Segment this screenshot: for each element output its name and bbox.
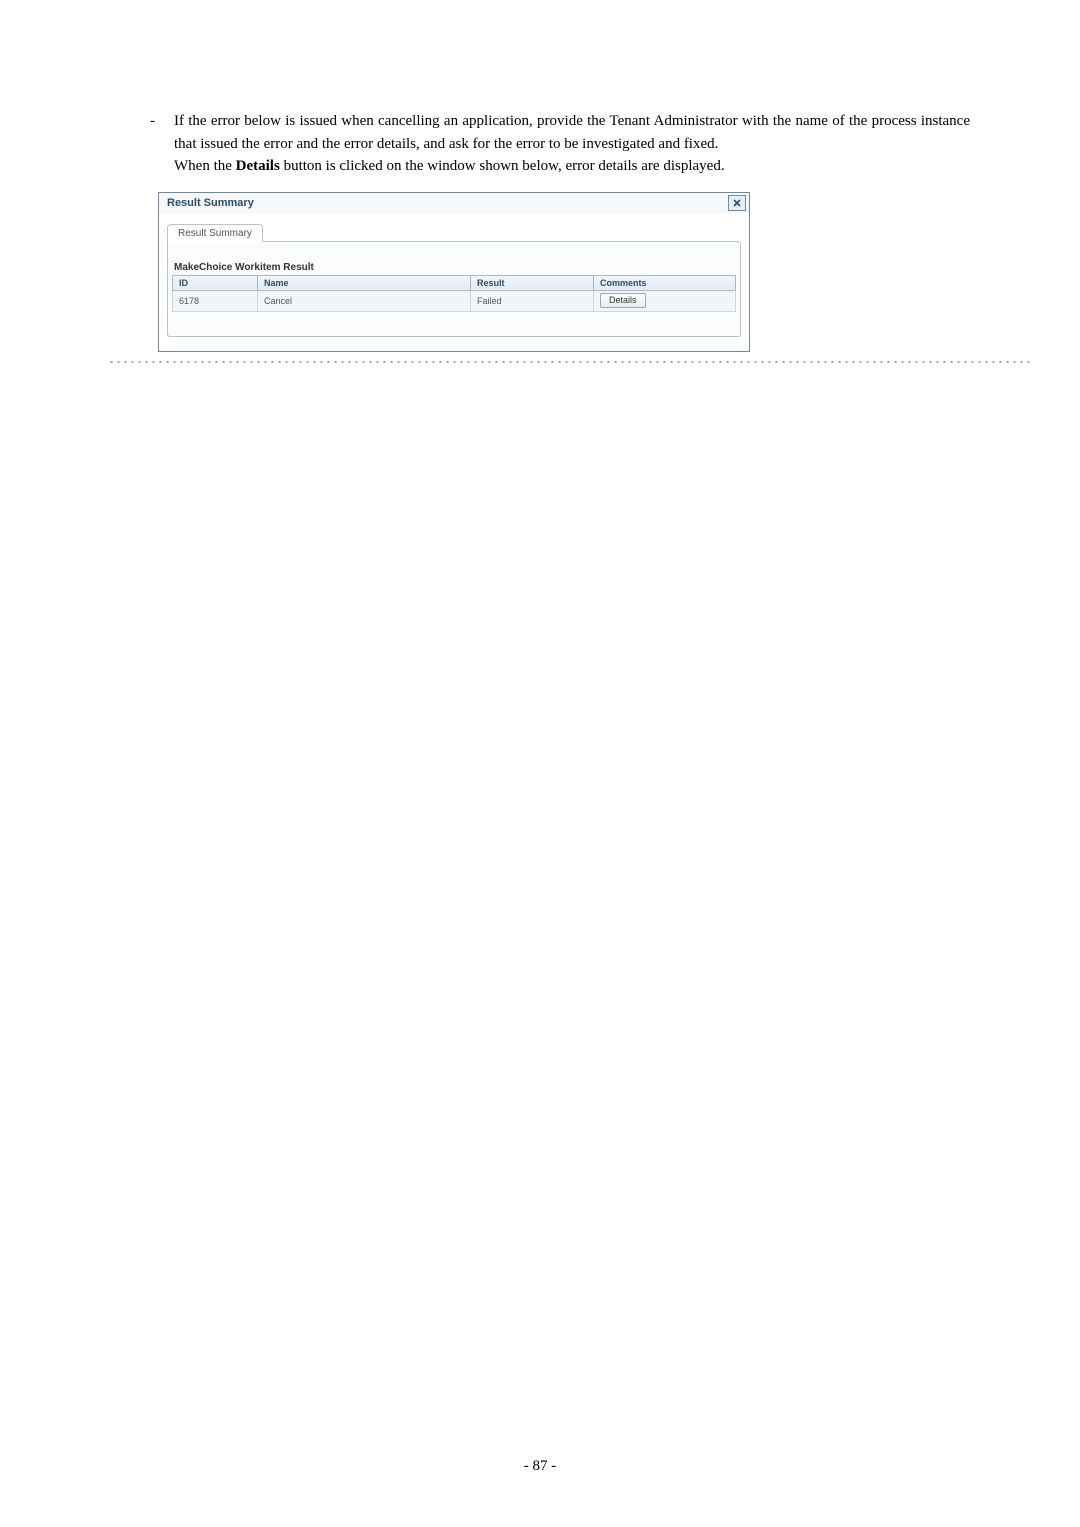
- tab-panel: MakeChoice Workitem Result ID Name Resul…: [167, 241, 741, 337]
- cell-name: Cancel: [258, 290, 471, 311]
- table-row: 6178 Cancel Failed Details: [173, 290, 736, 311]
- close-icon: [732, 198, 742, 208]
- instruction-paragraph: - If the error below is issued when canc…: [150, 110, 970, 178]
- instruction-line-1: If the error below is issued when cancel…: [174, 113, 970, 152]
- col-id: ID: [173, 275, 258, 290]
- close-button[interactable]: [728, 195, 746, 211]
- tab-result-summary[interactable]: Result Summary: [167, 224, 263, 242]
- cell-comments: Details: [594, 290, 736, 311]
- window-titlebar: Result Summary: [159, 193, 749, 213]
- col-comments: Comments: [594, 275, 736, 290]
- page-number: - 87 -: [0, 1458, 1080, 1475]
- dotted-divider: [108, 360, 1032, 364]
- details-bold-word: Details: [236, 158, 280, 174]
- result-summary-window: Result Summary Result Summary MakeChoice…: [158, 192, 750, 352]
- table-header-row: ID Name Result Comments: [173, 275, 736, 290]
- cell-id: 6178: [173, 290, 258, 311]
- col-result: Result: [471, 275, 594, 290]
- cell-result: Failed: [471, 290, 594, 311]
- bullet-dash: -: [150, 110, 174, 178]
- window-title: Result Summary: [167, 197, 254, 209]
- instruction-line-2-post: button is clicked on the window shown be…: [280, 158, 725, 174]
- details-button[interactable]: Details: [600, 293, 646, 308]
- instruction-line-2-pre: When the: [174, 158, 236, 174]
- result-table: ID Name Result Comments 6178 Cancel Fail…: [172, 275, 736, 312]
- section-title: MakeChoice Workitem Result: [172, 262, 736, 275]
- col-name: Name: [258, 275, 471, 290]
